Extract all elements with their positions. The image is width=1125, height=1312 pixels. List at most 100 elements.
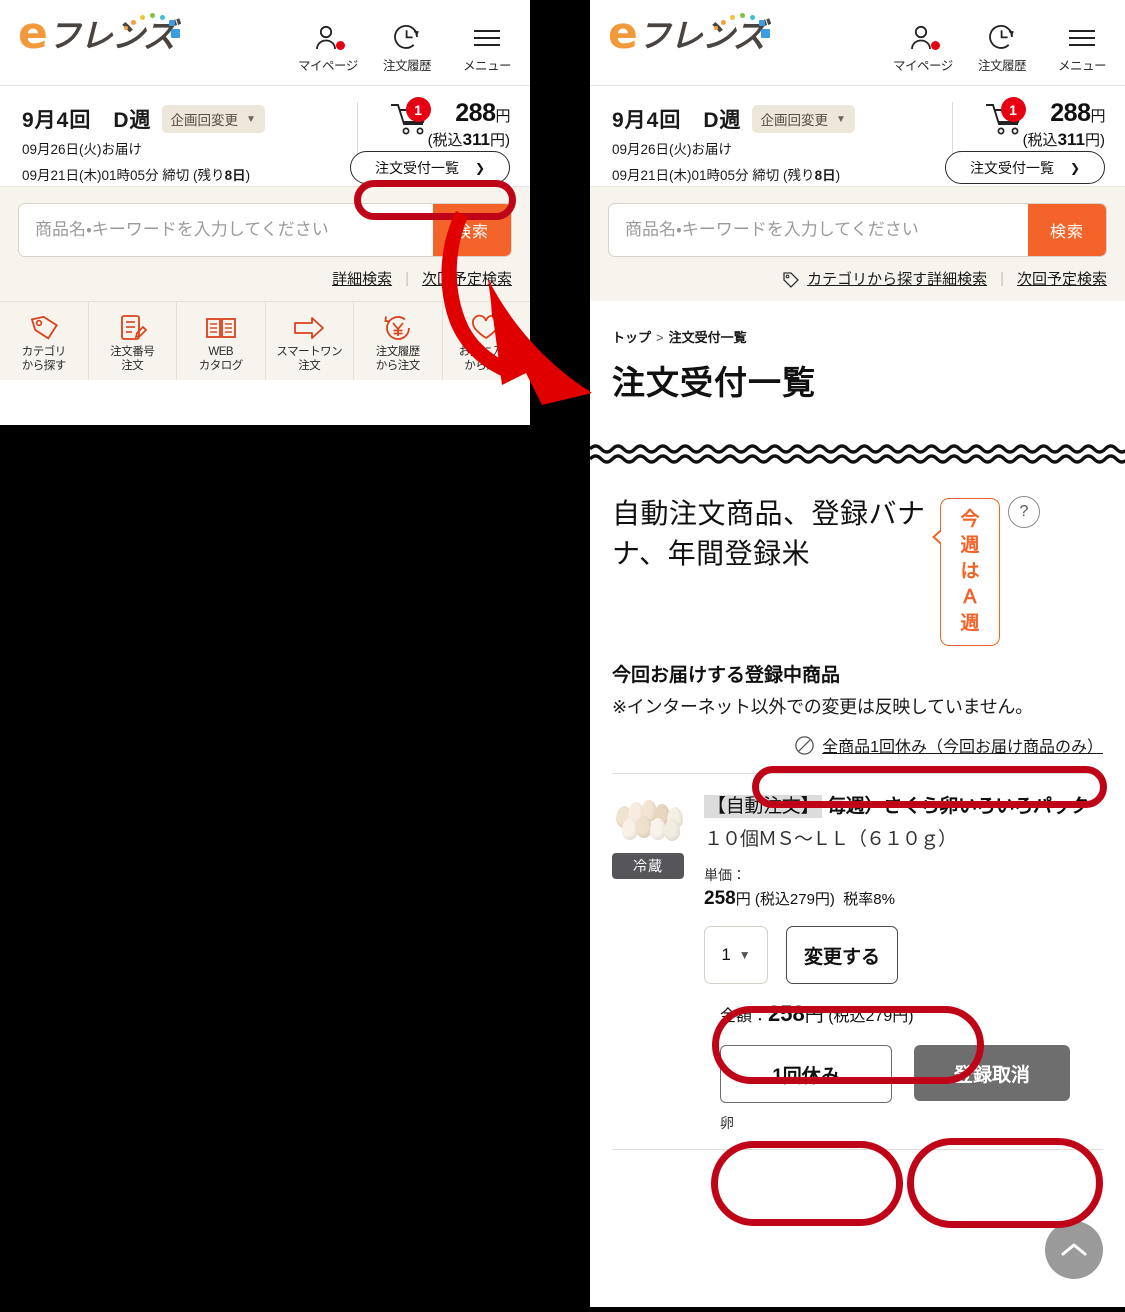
product-action-row: 1回休み 登録取消 <box>590 1045 1125 1103</box>
chevron-down-icon: ▼ <box>836 113 846 125</box>
next-schedule-search-link[interactable]: 次回予定検索 <box>1017 268 1107 289</box>
search-button[interactable]: 検索 <box>1028 204 1106 256</box>
header-my-page-button[interactable]: マイページ <box>893 22 953 74</box>
change-quantity-button[interactable]: 変更する <box>786 926 898 984</box>
product-row: 冷蔵 【自動注文】 毎週）さくら卵いろいろパック １０個ＭＳ～ＬＬ（６１０ｇ） … <box>590 774 1125 984</box>
quicknav-label-order-number: 注文番号 注文 <box>110 346 155 372</box>
header-order-history-button[interactable]: 注文履歴 <box>378 22 436 74</box>
change-cycle-chip[interactable]: 企画回変更 ▼ <box>161 105 265 133</box>
clock-history-icon <box>973 22 1031 54</box>
change-cycle-chip[interactable]: 企画回変更 ▼ <box>751 105 855 133</box>
search-box: 検索 <box>18 203 512 257</box>
quantity-select[interactable]: 1 ▼ <box>704 926 768 984</box>
logo-dots-decoration <box>122 12 184 38</box>
before-screen-panel: e フレンズ マイページ 注文履歴 メニュー 9月4回 D週 企画回変更 ▼ 0… <box>0 0 530 425</box>
rest-all-products-link[interactable]: 全商品1回休み（今回お届け商品のみ） <box>794 733 1103 757</box>
heart-icon <box>443 311 531 345</box>
skip-once-button[interactable]: 1回休み <box>720 1045 892 1103</box>
header-icon-group-after: マイページ 注文履歴 メニュー <box>893 22 1111 74</box>
quantity-value: 1 <box>721 945 731 964</box>
cart-price-block: 288円 (税込311円) <box>1023 99 1106 150</box>
breadcrumb-home[interactable]: トップ <box>612 330 651 345</box>
header-order-history-button[interactable]: 注文履歴 <box>973 22 1031 74</box>
quantity-row: 1 ▼ 変更する <box>704 926 1103 984</box>
delivery-info-left: 9月4回 D週 企画回変更 ▼ 09月26日(火)お届け 09月21日(木)01… <box>22 104 265 186</box>
cancel-registration-button[interactable]: 登録取消 <box>914 1045 1070 1101</box>
breadcrumb-current: 注文受付一覧 <box>668 330 747 345</box>
site-logo-after[interactable]: e フレンズ <box>608 12 770 56</box>
cart-price-block: 288円 (税込311円) <box>427 100 511 150</box>
quicknav-item-catalog[interactable]: WEB カタログ <box>177 302 266 380</box>
unit-price-value: 258円 (税込279円) 税率8% <box>704 888 895 909</box>
product-name[interactable]: 【自動注文】 毎週）さくら卵いろいろパック <box>704 792 1103 821</box>
section-header: 自動注文商品、登録バナナ、年間登録米 今週 はＡ 週 ? <box>612 494 1103 646</box>
cart-price-tax: (税込311円) <box>427 130 510 150</box>
order-list-button-label: 注文受付一覧 <box>969 159 1054 176</box>
site-header-after: e フレンズ マイページ 注文履歴 メニュー <box>590 0 1125 86</box>
section-note: ※インターネット以外での変更は反映していません。 <box>612 697 1033 717</box>
search-input[interactable] <box>609 204 1028 256</box>
delivery-cycle-row: 9月4回 D週 企画回変更 ▼ <box>22 104 265 134</box>
section-title: 自動注文商品、登録バナナ、年間登録米 <box>612 498 926 569</box>
cart-count-badge: 1 <box>405 97 431 122</box>
search-sublinks: 詳細検索 | 次回予定検索 <box>18 268 512 289</box>
quicknav-item-category[interactable]: カテゴリ から探す <box>0 302 89 380</box>
site-logo[interactable]: e フレンズ <box>18 12 180 56</box>
category-detail-search-link[interactable]: カテゴリから探す詳細検索 <box>781 268 987 289</box>
search-box: 検索 <box>608 203 1107 257</box>
scroll-to-top-button[interactable] <box>1045 1221 1103 1279</box>
week-badge-line-3: 週 <box>960 613 980 634</box>
quicknav-label-catalog: WEB カタログ <box>198 346 243 372</box>
delivery-cycle-bar: 9月4回 D週 企画回変更 ▼ 09月26日(火)お届け 09月21日(木)01… <box>0 86 530 186</box>
catalog-icon <box>177 311 265 345</box>
page-title: 注文受付一覧 <box>612 364 816 401</box>
registered-products-section: 自動注文商品、登録バナナ、年間登録米 今週 はＡ 週 ? 今回お届けする登録中商… <box>590 464 1125 774</box>
quicknav-item-smartone[interactable]: スマートワン 注文 <box>266 302 354 380</box>
search-input[interactable] <box>19 204 433 256</box>
delivery-deadline-text: 09月21日(木)01時05分 締切 (残り8日) <box>612 168 841 183</box>
cart-row[interactable]: 1 288円 (税込311円) <box>350 97 510 149</box>
section-subtitle: 今回お届けする登録中商品 <box>612 665 841 686</box>
week-badge-line-2: はＡ <box>960 561 980 608</box>
delivery-cycle-label: 9月4回 D週 <box>22 109 152 132</box>
order-number-icon <box>89 311 177 345</box>
cart-price-main: 288円 <box>1050 99 1105 127</box>
notification-dot <box>931 41 940 50</box>
product-image-eggs[interactable] <box>612 792 690 847</box>
header-my-page-button[interactable]: マイページ <box>298 22 358 74</box>
quicknav-label-reorder: 注文履歴 から注文 <box>375 346 420 372</box>
week-badge: 今週 はＡ 週 <box>932 498 1000 646</box>
delivery-cycle-label: 9月4回 D週 <box>612 109 742 132</box>
help-icon[interactable]: ? <box>1008 496 1040 528</box>
quicknav-item-reorder[interactable]: 注文履歴 から注文 <box>354 302 443 380</box>
product-auto-order-tag: 【自動注文】 <box>704 795 823 818</box>
cart-row[interactable]: 1 288円 (税込311円) <box>945 97 1105 149</box>
order-list-button[interactable]: 注文受付一覧 ❯ <box>945 151 1105 184</box>
search-button[interactable]: 検索 <box>433 204 511 256</box>
header-my-page-label: マイページ <box>298 59 358 73</box>
cart-icon: 1 <box>983 97 1027 138</box>
order-list-button[interactable]: 注文受付一覧 ❯ <box>350 151 510 184</box>
hamburger-menu-icon <box>458 22 516 54</box>
quicknav-item-favorites[interactable]: お気に入り から注文 <box>443 302 531 380</box>
header-order-history-label: 注文履歴 <box>977 59 1027 73</box>
change-cycle-label: 企画回変更 <box>760 113 829 128</box>
header-menu-button[interactable]: メニュー <box>1053 22 1111 74</box>
cart-icon: 1 <box>388 97 432 138</box>
chevron-down-icon: ▼ <box>738 948 751 962</box>
cart-count-badge: 1 <box>1000 97 1026 122</box>
detail-search-link[interactable]: 詳細検索 <box>332 268 392 289</box>
product-thumbnail-block: 冷蔵 <box>612 792 690 984</box>
header-menu-label: メニュー <box>1057 59 1107 73</box>
next-schedule-search-link[interactable]: 次回予定検索 <box>422 268 512 289</box>
header-menu-button[interactable]: メニュー <box>458 22 516 74</box>
delivery-date-text: 09月26日(火)お届け <box>22 142 143 157</box>
yen-refresh-icon <box>354 311 442 345</box>
search-band: 検索 詳細検索 | 次回予定検索 <box>0 186 530 301</box>
tag-icon <box>0 311 88 345</box>
quicknav-item-order-number[interactable]: 注文番号 注文 <box>89 302 177 380</box>
delivery-date-text: 09月26日(火)お届け <box>612 142 733 157</box>
search-band-after: 検索 カテゴリから探す詳細検索 | 次回予定検索 <box>590 186 1125 301</box>
header-menu-label: メニュー <box>462 59 512 73</box>
section-divider <box>612 773 1103 774</box>
